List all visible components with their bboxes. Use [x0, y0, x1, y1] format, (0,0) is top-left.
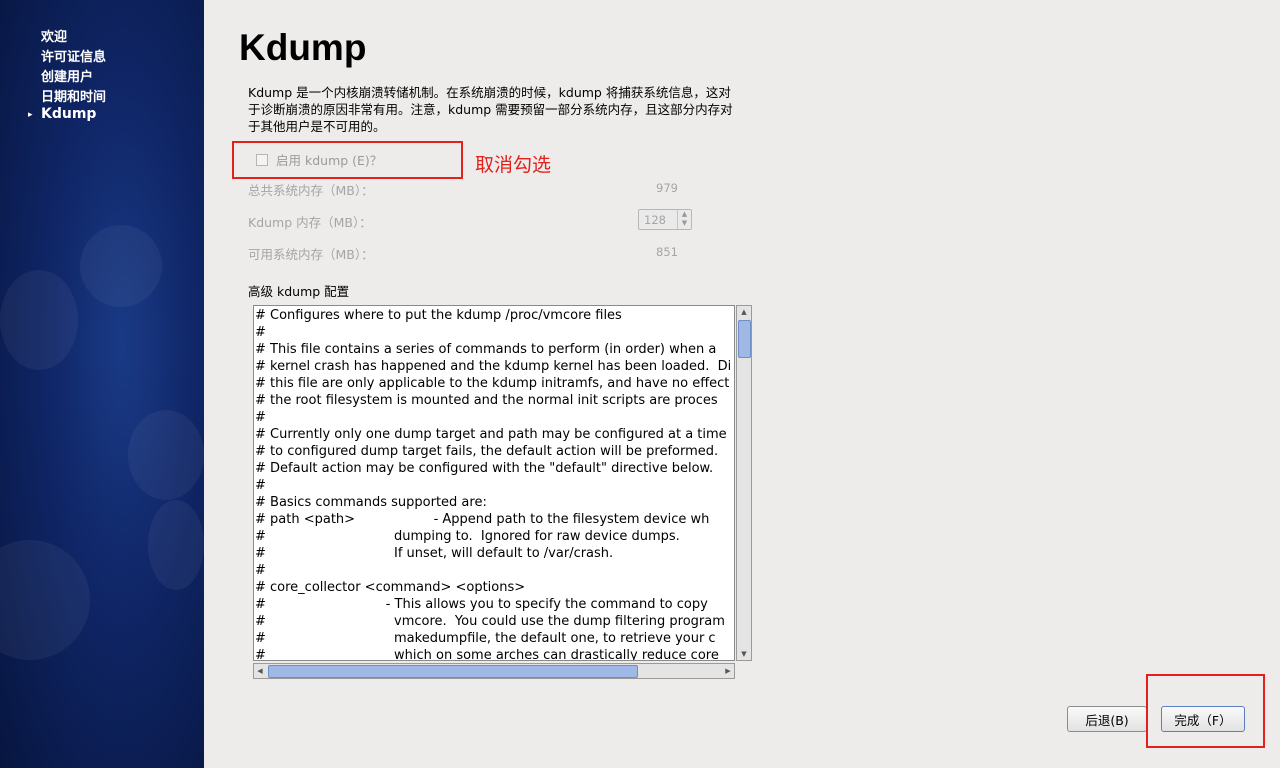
page-title: Kdump [239, 27, 367, 68]
advanced-config-label: 高级 kdump 配置 [248, 284, 350, 299]
checkbox-icon[interactable] [256, 153, 268, 166]
kdump-memory-value: 128 [644, 213, 666, 227]
kdump-memory-spinner[interactable]: 128 ▲ ▼ [638, 209, 692, 230]
spinner-up-icon[interactable]: ▲ [678, 210, 691, 219]
scroll-up-icon[interactable]: ▲ [737, 306, 751, 318]
scroll-right-icon[interactable]: ▶ [722, 664, 734, 678]
background-bubble [0, 270, 78, 370]
background-bubble [0, 540, 90, 660]
back-button[interactable]: 后退(B) [1067, 706, 1147, 732]
finish-button[interactable]: 完成（F） [1161, 706, 1245, 732]
config-text[interactable]: # Configures where to put the kdump /pro… [254, 306, 734, 660]
enable-kdump-label: 启用 kdump (E)？ [276, 153, 383, 168]
active-arrow-icon: ▸ [28, 110, 33, 120]
horizontal-scrollbar[interactable]: ◀ ▶ [253, 663, 735, 679]
enable-kdump-checkbox[interactable]: 启用 kdump (E)？ [256, 150, 382, 169]
sidebar: 欢迎 许可证信息 创建用户 日期和时间 ▸ Kdump [0, 0, 204, 768]
background-bubble [80, 225, 162, 307]
vertical-scrollbar[interactable]: ▲ ▼ [736, 305, 752, 661]
available-memory-label: 可用系统内存（MB）： [248, 247, 374, 262]
config-textarea[interactable]: # Configures where to put the kdump /pro… [253, 305, 735, 661]
available-memory-value: 851 [656, 245, 678, 259]
spinner-down-icon[interactable]: ▼ [678, 219, 691, 228]
kdump-memory-label: Kdump 内存（MB）： [248, 215, 372, 230]
background-bubble [148, 500, 204, 590]
horizontal-scroll-thumb[interactable] [268, 665, 638, 678]
description-text: Kdump 是一个内核崩溃转储机制。在系统崩溃的时候，kdump 将捕获系统信息… [248, 85, 733, 134]
background-bubble [128, 410, 204, 500]
sidebar-item-license[interactable]: 许可证信息 [41, 46, 106, 65]
sidebar-item-welcome[interactable]: 欢迎 [41, 26, 67, 45]
total-memory-label: 总共系统内存（MB）： [248, 183, 374, 198]
sidebar-item-date-time[interactable]: 日期和时间 [41, 86, 106, 105]
annotation-text: 取消勾选 [475, 154, 552, 176]
sidebar-item-kdump[interactable]: Kdump [41, 106, 96, 122]
scroll-left-icon[interactable]: ◀ [254, 664, 266, 678]
vertical-scroll-thumb[interactable] [738, 320, 751, 358]
sidebar-item-create-user[interactable]: 创建用户 [41, 66, 93, 85]
scroll-down-icon[interactable]: ▼ [737, 648, 751, 660]
total-memory-value: 979 [656, 181, 678, 195]
